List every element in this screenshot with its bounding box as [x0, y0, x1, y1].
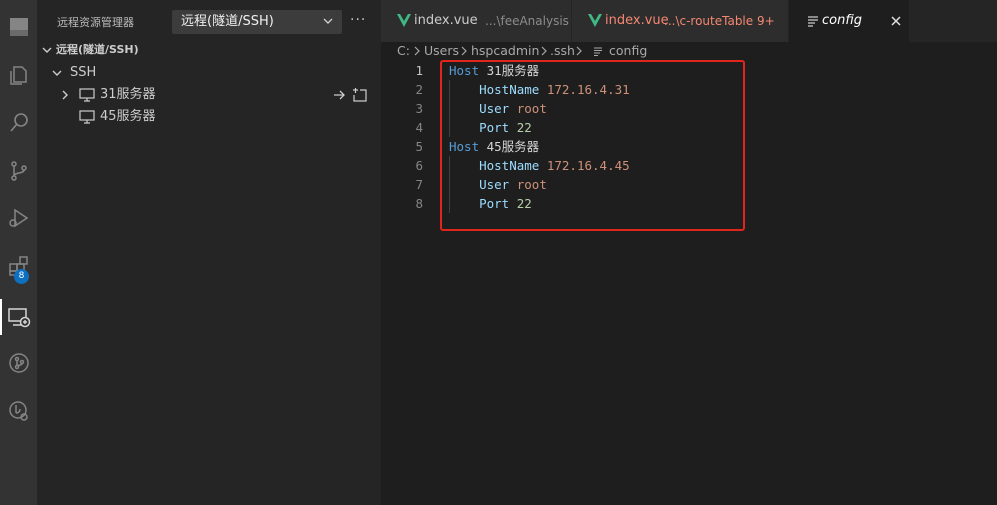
vue-file-icon [588, 14, 602, 27]
breadcrumb-item[interactable]: Users [424, 42, 459, 60]
breadcrumb-item[interactable]: .ssh [550, 42, 575, 60]
remote-explorer-sidebar: 远程资源管理器 远程(隧道/SSH) ··· 远程(隧道/SSH) SSH 31… [37, 0, 381, 505]
gitlens-icon[interactable] [0, 389, 37, 433]
settings-file-icon [594, 47, 602, 56]
breadcrumb: C: Users hspcadmin .ssh config [381, 42, 997, 60]
chevron-down-icon [42, 47, 52, 53]
monitor-icon [79, 88, 95, 102]
tab-label: index.vue [414, 13, 478, 28]
tree-item-host-31[interactable]: 31服务器 [37, 84, 381, 106]
extensions-icon[interactable]: 8 [0, 244, 37, 288]
tree-group-ssh[interactable]: SSH [37, 62, 381, 84]
chevron-right-icon [541, 46, 547, 56]
chevron-down-icon [52, 70, 62, 76]
activity-bar: 8 [0, 0, 37, 505]
line-number: 2 [415, 82, 423, 97]
tab-label: config [822, 13, 862, 28]
chevron-right-icon [576, 46, 582, 56]
line-number: 6 [415, 158, 423, 173]
section-label: 远程(隧道/SSH) [56, 43, 139, 56]
more-actions-button[interactable]: ··· [350, 12, 366, 28]
line-number: 8 [415, 196, 423, 211]
chevron-right-icon [461, 46, 467, 56]
extensions-badge: 8 [14, 269, 29, 284]
git-graph-icon[interactable] [0, 341, 37, 385]
chevron-down-icon [323, 18, 333, 24]
remote-type-value: 远程(隧道/SSH) [181, 14, 274, 29]
chevron-right-icon [414, 46, 420, 56]
line-number: 1 [415, 63, 423, 78]
breadcrumb-item[interactable]: hspcadmin [471, 42, 539, 60]
line-number: 3 [415, 101, 423, 116]
tree-group-label: SSH [70, 65, 97, 80]
highlight-annotation-box [440, 60, 745, 231]
tab-label: index.vue [605, 13, 669, 28]
sidebar-header: 远程资源管理器 远程(隧道/SSH) ··· [37, 0, 381, 42]
tab-description: ...\feeAnalysis [485, 14, 569, 28]
sidebar-title: 远程资源管理器 [57, 16, 134, 29]
host-label: 45服务器 [100, 109, 156, 124]
remote-explorer-icon[interactable] [0, 295, 37, 339]
search-icon[interactable] [0, 101, 37, 145]
tab-index-vue-fee-analysis[interactable]: index.vue ...\feeAnalysis [381, 0, 572, 42]
chevron-right-icon [62, 90, 68, 100]
section-remote-tunnels-ssh[interactable]: 远程(隧道/SSH) [37, 40, 381, 60]
tab-index-vue-route-table[interactable]: index.vue ...\c-routeTable 9+ [572, 0, 789, 42]
editor-tabs: index.vue ...\feeAnalysis index.vue ...\… [381, 0, 997, 42]
breadcrumb-item[interactable]: C: [397, 42, 410, 60]
host-label: 31服务器 [100, 87, 156, 102]
settings-file-icon [808, 16, 818, 27]
explorer-icon[interactable] [0, 5, 37, 49]
tab-description: ...\c-routeTable 9+ [664, 14, 775, 28]
monitor-icon [79, 110, 95, 124]
line-number: 4 [415, 120, 423, 135]
connect-in-new-window-icon[interactable] [333, 87, 369, 103]
remote-type-select[interactable]: 远程(隧道/SSH) [172, 10, 342, 34]
line-number: 7 [415, 177, 423, 192]
tree-item-host-45[interactable]: 45服务器 [37, 106, 381, 128]
vue-file-icon [397, 14, 411, 27]
source-control-icon[interactable] [0, 149, 37, 193]
run-debug-icon[interactable] [0, 196, 37, 240]
close-icon[interactable] [889, 14, 903, 28]
files-icon[interactable] [0, 53, 37, 97]
tab-config[interactable]: config [789, 0, 910, 42]
line-number: 5 [415, 139, 423, 154]
breadcrumb-item[interactable]: config [609, 42, 647, 60]
